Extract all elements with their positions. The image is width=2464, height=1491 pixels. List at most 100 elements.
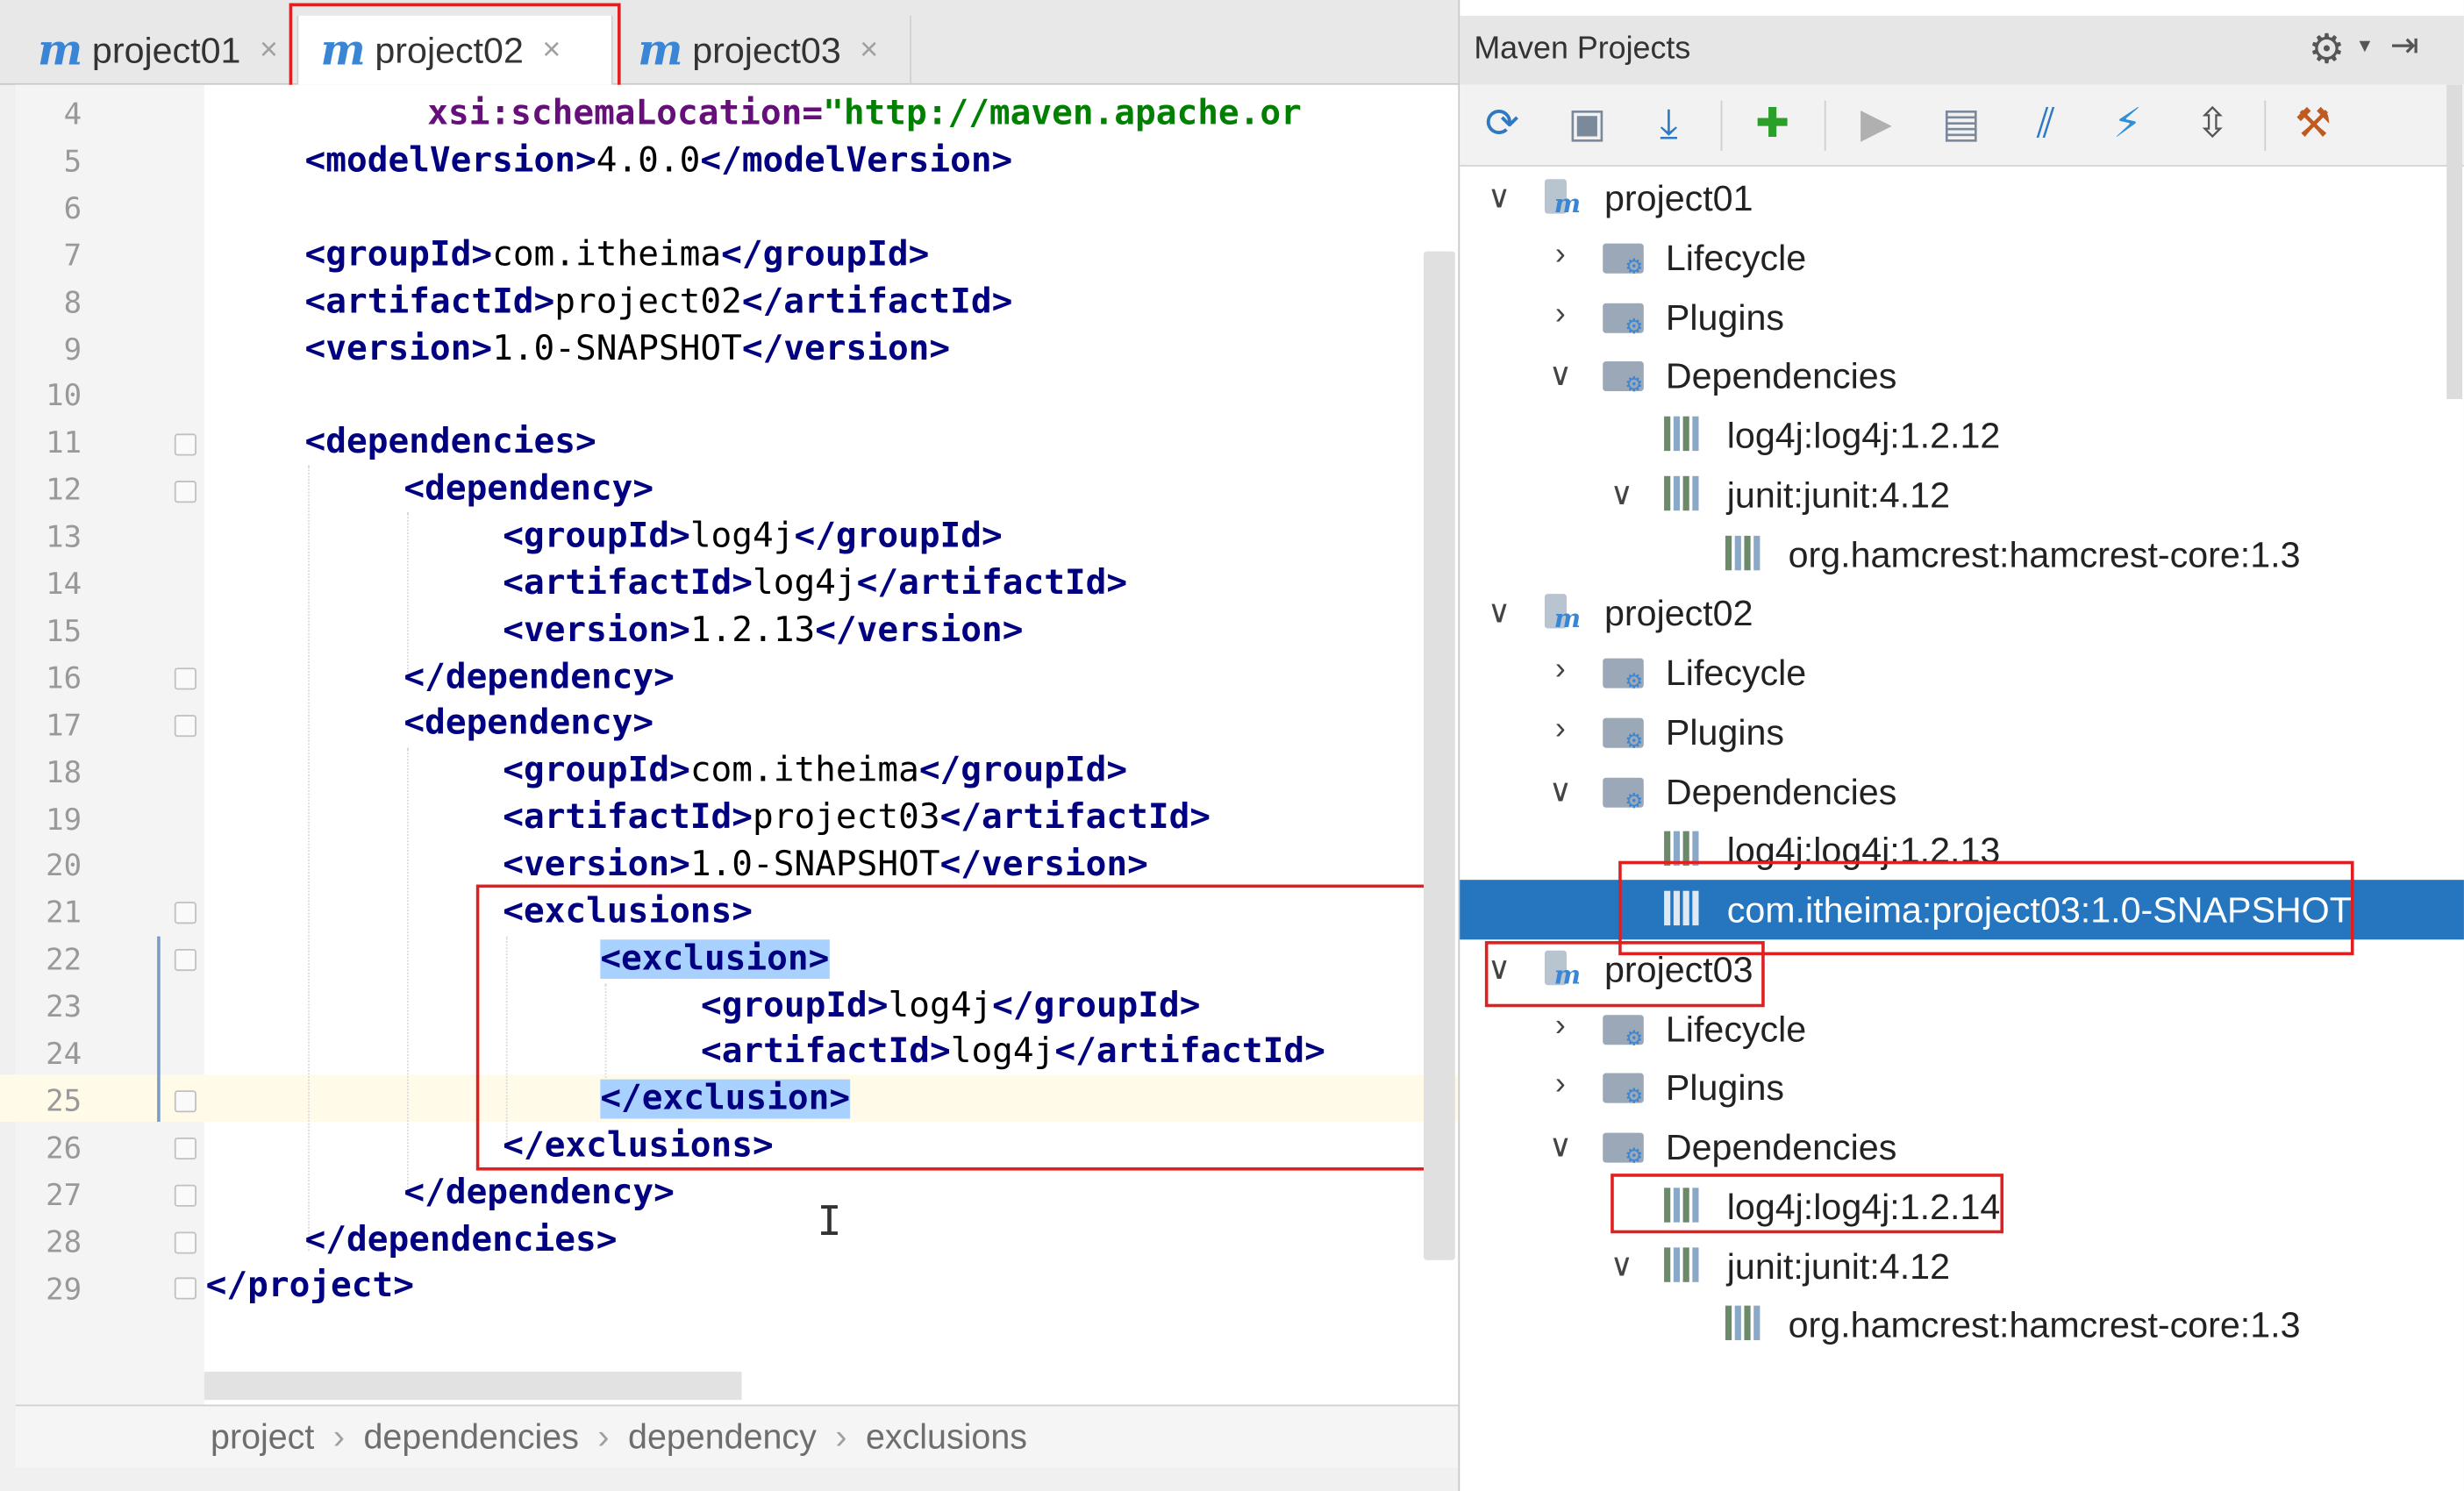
skip-tests-icon[interactable]: ⚡ <box>2101 97 2154 151</box>
tree-item-project01[interactable]: ∨ m project01 <box>1460 168 2464 228</box>
run-icon[interactable]: ▶ <box>1849 97 1903 151</box>
xml-tag: </artifactId> <box>856 564 1128 603</box>
chevron-down-icon[interactable]: ▼ <box>2355 34 2374 56</box>
chevron-right-icon[interactable]: › <box>1543 237 1577 273</box>
xml-tag: </version> <box>939 845 1148 885</box>
line-number: 8 <box>63 285 82 320</box>
line-number: 18 <box>46 754 82 790</box>
tree-item-label: Dependencies <box>1665 770 1897 812</box>
xml-tag: <groupId> <box>503 751 690 791</box>
fold-marker[interactable] <box>174 1277 196 1300</box>
tree-item-lifecycle[interactable]: › ⚙ Lifecycle <box>1460 227 2464 287</box>
reimport-icon[interactable]: ⟳ <box>1475 97 1529 151</box>
tree-item-project02[interactable]: ∨ m project02 <box>1460 583 2464 643</box>
tab-highlight-box <box>289 3 621 90</box>
code-line-18: <groupId>com.itheima</groupId> <box>503 751 1127 790</box>
editor-vertical-scrollbar[interactable] <box>1424 251 1455 1260</box>
xml-tag: <groupId> <box>304 235 493 275</box>
fold-marker[interactable] <box>174 667 196 690</box>
tree-item-log4j-log4j-1-2-12[interactable]: log4j:log4j:1.2.12 <box>1460 405 2464 465</box>
gear-icon[interactable]: ⚙ <box>2309 25 2346 75</box>
xml-tag: </groupId> <box>918 751 1128 791</box>
hide-panel-icon[interactable]: ⇥ <box>2390 25 2419 67</box>
tree-item-dependencies[interactable]: ∨ ⚙ Dependencies <box>1460 346 2464 406</box>
tree-item-plugins[interactable]: › ⚙ Plugins <box>1460 287 2464 346</box>
editor-horizontal-scrollbar[interactable] <box>204 1371 742 1401</box>
maven-panel-header: Maven Projects ⚙ ▼ ⇥ <box>1460 15 2464 85</box>
xml-tag: <version> <box>503 610 690 651</box>
chevron-down-icon[interactable]: ∨ <box>1482 177 1516 217</box>
fold-marker[interactable] <box>174 1090 196 1113</box>
code-line-19: <artifactId>project03</artifactId> <box>503 798 1211 838</box>
chevron-right-icon[interactable]: › <box>1543 1008 1577 1044</box>
fold-marker[interactable] <box>174 902 196 924</box>
code-line-27: </dependency> <box>404 1174 674 1213</box>
chevron-down-icon[interactable]: ∨ <box>1482 593 1516 632</box>
breadcrumb-item[interactable]: dependency <box>628 1416 817 1458</box>
maven-toolbar: ⟳ ▣ ⤓ ✚ ▶ ▤ ⫽ ⚡ ⇳ ⚒ <box>1460 84 2464 167</box>
chevron-right-icon[interactable]: › <box>1543 711 1577 747</box>
tab-label: project01 <box>91 29 241 70</box>
generate-sources-icon[interactable]: ▣ <box>1561 97 1614 151</box>
download-icon[interactable]: ⤓ <box>1642 97 1696 151</box>
tree-vertical-scrollbar[interactable] <box>2446 84 2463 400</box>
fold-marker[interactable] <box>174 1137 196 1160</box>
fold-marker[interactable] <box>174 481 196 503</box>
tree-item-label: log4j:log4j:1.2.12 <box>1726 414 2001 456</box>
code-line-14: <artifactId>log4j</artifactId> <box>503 564 1127 603</box>
add-icon[interactable]: ✚ <box>1746 97 1799 151</box>
code-line-20: <version>1.0-SNAPSHOT</version> <box>503 845 1148 885</box>
tree-item-dependencies[interactable]: ∨ ⚙ Dependencies <box>1460 1117 2464 1177</box>
tree-item-plugins[interactable]: › ⚙ Plugins <box>1460 1058 2464 1117</box>
line-number: 25 <box>46 1083 82 1119</box>
code-line-5: <modelVersion>4.0.0</modelVersion> <box>305 141 1013 181</box>
dependency-library-icon <box>1725 534 1769 573</box>
xml-tag: <version> <box>503 845 690 885</box>
tree-item-plugins[interactable]: › ⚙ Plugins <box>1460 702 2464 761</box>
collapse-all-icon[interactable]: ⇳ <box>2186 97 2239 151</box>
chevron-down-icon[interactable]: ∨ <box>1543 1126 1577 1166</box>
line-number: 20 <box>46 849 82 884</box>
folder-icon: ⚙ <box>1603 1128 1646 1167</box>
xml-text: log4j <box>689 517 795 557</box>
chevron-down-icon[interactable]: ∨ <box>1543 771 1577 810</box>
chevron-right-icon[interactable]: › <box>1543 652 1577 688</box>
fold-marker[interactable] <box>174 715 196 738</box>
breadcrumb-item[interactable]: exclusions <box>866 1416 1027 1458</box>
tree-item-dependencies[interactable]: ∨ ⚙ Dependencies <box>1460 761 2464 821</box>
code-line-4: xsi:schemaLocation="http://maven.apache.… <box>427 94 1302 133</box>
line-number: 10 <box>46 379 82 414</box>
tree-item-junit-junit-4-12[interactable]: ∨ junit:junit:4.12 <box>1460 1236 2464 1295</box>
close-icon[interactable]: × <box>860 32 878 68</box>
tree-item-org-hamcrest-hamcrest-core-1-3[interactable]: org.hamcrest:hamcrest-core:1.3 <box>1460 1295 2464 1355</box>
tree-item-lifecycle[interactable]: › ⚙ Lifecycle <box>1460 998 2464 1058</box>
xml-text: com.itheima <box>492 235 722 275</box>
xml-tag: </groupId> <box>721 235 930 275</box>
toolbar-separator <box>2264 100 2267 151</box>
maven-m-icon: m <box>638 25 683 75</box>
fold-marker[interactable] <box>174 1184 196 1207</box>
toolbar-separator <box>1720 100 1723 151</box>
run-maven-goal-icon[interactable]: ▤ <box>1934 97 1988 151</box>
tree-item-junit-junit-4-12[interactable]: ∨ junit:junit:4.12 <box>1460 465 2464 524</box>
maven-settings-icon[interactable]: ⚒ <box>2286 97 2339 151</box>
chevron-down-icon[interactable]: ∨ <box>1604 474 1639 514</box>
tab-project01[interactable]: m project01 × <box>16 15 299 85</box>
fold-marker[interactable] <box>174 949 196 972</box>
fold-marker[interactable] <box>174 1231 196 1254</box>
chevron-down-icon[interactable]: ∨ <box>1604 1245 1639 1285</box>
line-number: 6 <box>63 191 82 226</box>
chevron-right-icon[interactable]: › <box>1543 1067 1577 1103</box>
tab-project03[interactable]: m project03 × <box>616 15 912 85</box>
tree-item-lifecycle[interactable]: › ⚙ Lifecycle <box>1460 643 2464 703</box>
fold-marker[interactable] <box>174 433 196 456</box>
line-number: 19 <box>46 802 82 837</box>
chevron-down-icon[interactable]: ∨ <box>1543 355 1577 395</box>
xml-tag: </artifactId> <box>741 282 1013 323</box>
breadcrumb-item[interactable]: project <box>211 1416 314 1458</box>
close-icon[interactable]: × <box>260 32 278 68</box>
toggle-offline-icon[interactable]: ⫽ <box>2019 97 2073 151</box>
chevron-right-icon[interactable]: › <box>1543 296 1577 332</box>
breadcrumb-item[interactable]: dependencies <box>363 1416 578 1458</box>
tree-item-org-hamcrest-hamcrest-core-1-3[interactable]: org.hamcrest:hamcrest-core:1.3 <box>1460 524 2464 583</box>
